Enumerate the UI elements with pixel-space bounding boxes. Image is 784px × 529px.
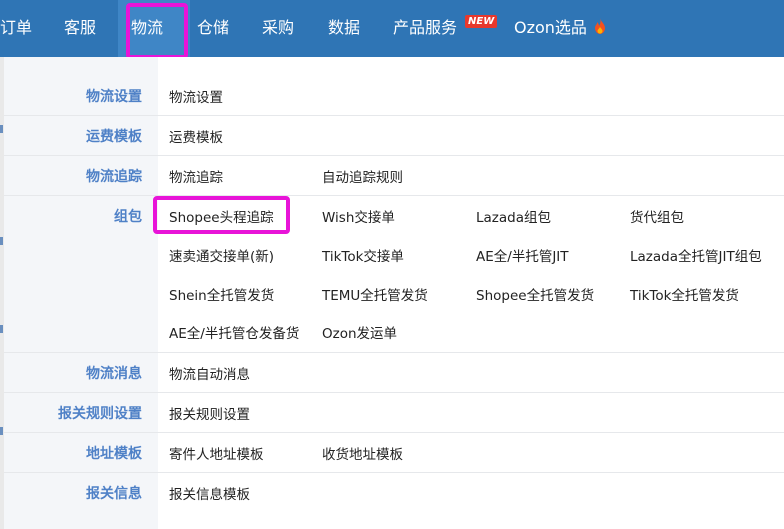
link-shein-managed-shipping[interactable]: Shein全托管发货 [169,284,274,304]
nav-warehouse[interactable]: 仓储 [197,0,229,57]
link-logistics-settings[interactable]: 物流设置 [169,86,223,106]
link-ozon-shipment[interactable]: Ozon发运单 [322,322,397,342]
link-logistics-tracking[interactable]: 物流追踪 [169,166,223,186]
link-wish-handover[interactable]: Wish交接单 [322,206,395,226]
section-label-tracking: 物流追踪 [86,169,142,185]
link-customs-rule-settings[interactable]: 报关规则设置 [169,403,250,423]
nav-warehouse-label: 仓储 [197,18,230,37]
fire-icon [595,18,605,34]
nav-product-service[interactable]: 产品服务 NEW [393,0,501,57]
link-forwarder-packaging[interactable]: 货代组包 [630,206,684,226]
link-logistics-auto-messages[interactable]: 物流自动消息 [169,363,250,383]
link-lazada-packaging[interactable]: Lazada组包 [476,206,551,226]
nav-ozon-selection[interactable]: Ozon选品 [514,0,614,57]
divider [4,155,784,156]
edge-mark [0,427,3,435]
divider [4,195,784,196]
section-label-customs-rules: 报关规则设置 [58,406,142,422]
section-label-logistics-settings: 物流设置 [86,89,142,105]
link-temu-managed-shipping[interactable]: TEMU全托管发货 [322,284,428,304]
top-nav-bar: 订单 客服 物流 仓储 采购 数据 产品服务 NEW Ozon选品 [0,0,784,57]
link-receiver-address-template[interactable]: 收货地址模板 [322,443,403,463]
link-shopee-managed-shipping[interactable]: Shopee全托管发货 [476,284,594,304]
link-tiktok-managed-shipping[interactable]: TikTok全托管发货 [630,284,739,304]
link-customs-info-template[interactable]: 报关信息模板 [169,483,250,503]
link-lazada-managed-jit-packaging[interactable]: Lazada全托管JIT组包 [630,245,762,265]
edge-mark [0,237,3,245]
nav-data[interactable]: 数据 [328,0,360,57]
nav-customer-service-label: 客服 [64,18,97,37]
nav-data-label: 数据 [328,18,361,37]
section-label-logistics-messages: 物流消息 [86,366,142,382]
highlight-box-shopee-link [153,196,290,234]
highlight-box-nav [126,3,188,59]
link-sender-address-template[interactable]: 寄件人地址模板 [169,443,264,463]
edge-mark [0,325,3,333]
divider [4,472,784,473]
divider [4,352,784,353]
divider [4,432,784,433]
nav-product-service-label: 产品服务 [393,18,458,37]
section-label-freight-template: 运费模板 [86,129,142,145]
link-tiktok-handover[interactable]: TikTok交接单 [322,245,404,265]
divider [4,115,784,116]
link-auto-tracking-rules[interactable]: 自动追踪规则 [322,166,403,186]
divider [4,392,784,393]
new-badge: NEW [465,15,498,28]
link-ae-warehouse-stocking[interactable]: AE全/半托管仓发备货 [169,322,299,342]
section-label-customs-info: 报关信息 [86,486,142,502]
nav-ozon-selection-label: Ozon选品 [514,18,587,37]
link-ae-managed-jit[interactable]: AE全/半托管JIT [476,245,569,265]
edge-mark [0,125,3,133]
nav-purchase[interactable]: 采购 [262,0,294,57]
nav-customer-service[interactable]: 客服 [64,0,96,57]
link-freight-template[interactable]: 运费模板 [169,126,223,146]
nav-orders[interactable]: 订单 [0,0,48,57]
nav-purchase-label: 采购 [262,18,295,37]
section-label-packaging: 组包 [114,209,142,225]
nav-orders-label: 订单 [0,18,33,37]
link-aliexpress-handover-new[interactable]: 速卖通交接单(新) [169,245,274,265]
section-label-address-template: 地址模板 [86,446,142,462]
